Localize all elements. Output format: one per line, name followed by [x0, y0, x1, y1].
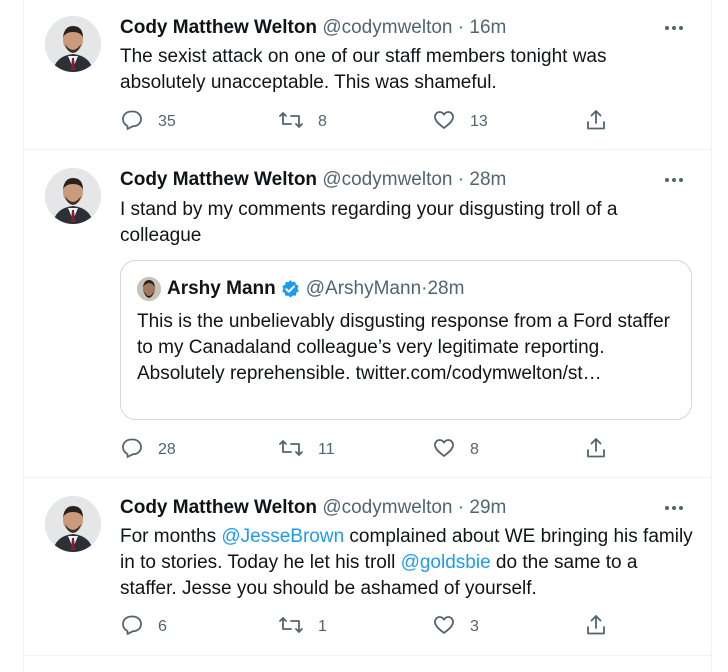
mention-link[interactable]: @JesseBrown [221, 526, 344, 547]
tweet-text: For months @JesseBrown complained about … [120, 524, 695, 602]
timestamp[interactable]: 29m [469, 497, 506, 518]
timestamp[interactable]: 16m [469, 17, 506, 38]
quoted-timestamp[interactable]: 28m [427, 277, 464, 301]
like-count: 8 [470, 441, 479, 458]
author-name[interactable]: Cody Matthew Welton [120, 497, 317, 518]
reply-icon [120, 613, 144, 642]
quoted-avatar[interactable] [137, 277, 161, 301]
tweet-text: I stand by my comments regarding your di… [120, 199, 618, 246]
share-icon [584, 108, 608, 137]
reply-count: 6 [158, 618, 167, 635]
heart-icon [432, 436, 456, 465]
reply-icon [120, 436, 144, 465]
mention-link[interactable]: @goldsbie [401, 552, 491, 573]
verified-badge-icon [280, 279, 300, 299]
share-button[interactable] [584, 108, 608, 137]
tweet-header: Cody Matthew Welton @codymwelton · 28m [120, 168, 506, 192]
reply-button[interactable]: 6 [120, 615, 167, 639]
separator: · [452, 17, 470, 38]
avatar[interactable] [45, 496, 101, 552]
heart-icon [432, 613, 456, 642]
like-button[interactable]: 8 [432, 438, 479, 462]
like-count: 3 [470, 618, 479, 635]
like-count: 13 [470, 113, 488, 130]
more-icon[interactable] [661, 170, 687, 190]
separator: · [452, 169, 470, 190]
author-name[interactable]: Cody Matthew Welton [120, 169, 317, 190]
tweet[interactable]: Cody Matthew Welton @codymwelton · 16m T… [24, 0, 711, 150]
retweet-count: 8 [318, 113, 327, 130]
tweet[interactable]: Cody Matthew Welton @codymwelton · 28m I… [24, 150, 711, 478]
author-handle[interactable]: @codymwelton [322, 17, 452, 38]
retweet-icon [278, 108, 304, 137]
quoted-header: Arshy Mann @ArshyMann · 28m [167, 277, 464, 301]
tweet-header: Cody Matthew Welton @codymwelton · 29m [120, 496, 506, 520]
share-button[interactable] [584, 613, 608, 642]
more-icon[interactable] [661, 18, 687, 38]
retweet-button[interactable]: 1 [278, 615, 327, 639]
reply-icon [120, 108, 144, 137]
retweet-icon [278, 613, 304, 642]
reply-count: 35 [158, 113, 176, 130]
separator: · [452, 497, 470, 518]
heart-icon [432, 108, 456, 137]
retweet-count: 11 [318, 441, 335, 458]
reply-button[interactable]: 28 [120, 438, 176, 462]
text-segment: For months [120, 526, 222, 547]
tweet[interactable]: Cody Matthew Welton @codymwelton · 29m F… [24, 478, 711, 656]
quoted-tweet[interactable]: Arshy Mann @ArshyMann · 28m This is the … [120, 260, 692, 420]
quoted-author-handle[interactable]: @ArshyMann [306, 277, 421, 301]
share-icon [584, 436, 608, 465]
reply-button[interactable]: 35 [120, 110, 176, 134]
timestamp[interactable]: 28m [469, 169, 506, 190]
author-handle[interactable]: @codymwelton [322, 497, 452, 518]
retweet-button[interactable]: 11 [278, 438, 335, 462]
timeline: Cody Matthew Welton @codymwelton · 16m T… [23, 0, 712, 672]
author-handle[interactable]: @codymwelton [322, 169, 452, 190]
quoted-author-name[interactable]: Arshy Mann [167, 277, 276, 301]
share-button[interactable] [584, 436, 608, 465]
retweet-count: 1 [318, 618, 327, 635]
like-button[interactable]: 13 [432, 110, 488, 134]
avatar[interactable] [45, 168, 101, 224]
share-icon [584, 613, 608, 642]
tweet-text: The sexist attack on one of our staff me… [120, 46, 607, 93]
retweet-button[interactable]: 8 [278, 110, 327, 134]
retweet-icon [278, 436, 304, 465]
reply-count: 28 [158, 441, 176, 458]
more-icon[interactable] [661, 498, 687, 518]
like-button[interactable]: 3 [432, 615, 479, 639]
quoted-text: This is the unbelievably disgusting resp… [137, 311, 670, 384]
tweet-header: Cody Matthew Welton @codymwelton · 16m [120, 16, 506, 40]
author-name[interactable]: Cody Matthew Welton [120, 17, 317, 38]
avatar[interactable] [45, 16, 101, 72]
